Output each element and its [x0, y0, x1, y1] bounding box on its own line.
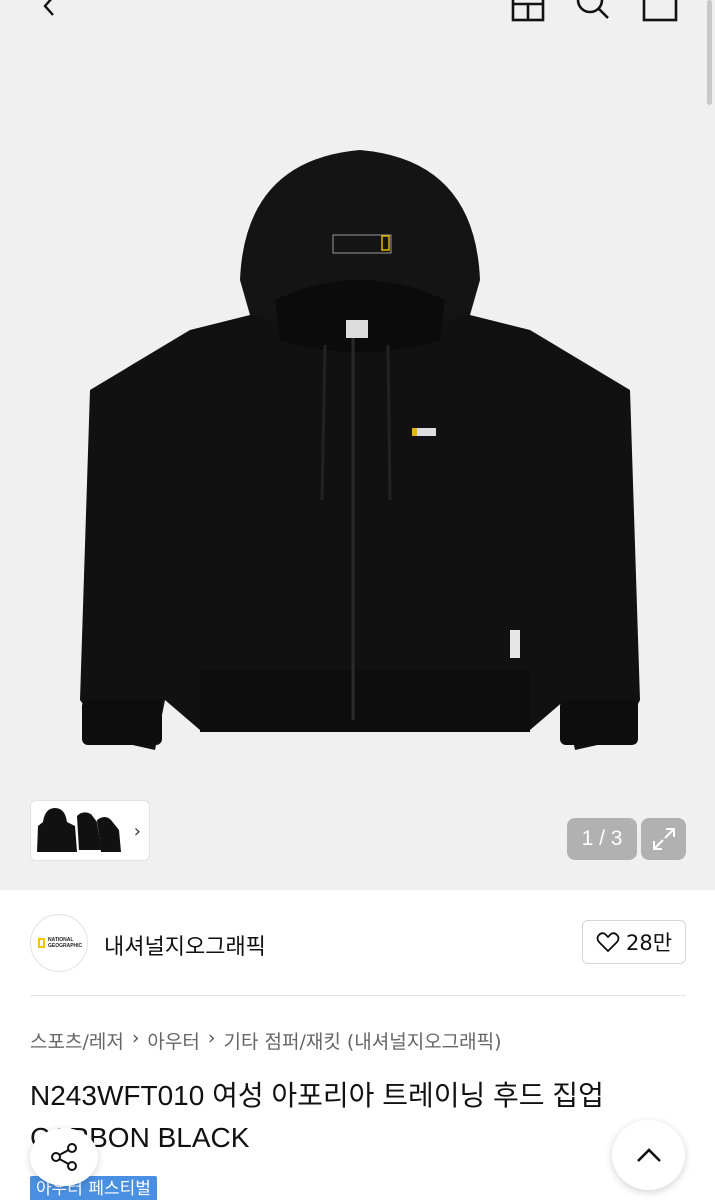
share-button[interactable]: [30, 1128, 98, 1186]
scroll-to-top-button[interactable]: [612, 1120, 685, 1190]
scroll-indicator: [707, 0, 712, 105]
logo-frame-icon: [38, 938, 45, 948]
breadcrumb-item[interactable]: 기타 점퍼/재킷 (내셔널지오그래픽): [223, 1027, 501, 1054]
breadcrumb: 스포츠/레저 › 아우터 › 기타 점퍼/재킷 (내셔널지오그래픽): [30, 1027, 502, 1054]
product-title: N243WFT010 여성 아포리아 트레이닝 후드 집업 CARBON BLA…: [30, 1080, 604, 1153]
image-counter: 1 / 3: [567, 818, 637, 860]
chevron-up-icon: [636, 1148, 661, 1162]
national-geographic-logo: NATIONAL GEOGRAPHIC: [38, 937, 83, 949]
like-button[interactable]: 28만: [582, 920, 686, 964]
back-button[interactable]: [30, 0, 70, 26]
breadcrumb-item[interactable]: 스포츠/레저: [30, 1027, 124, 1054]
heart-icon: [596, 932, 620, 953]
logo-text: NATIONAL GEOGRAPHIC: [48, 937, 83, 949]
search-icon: [576, 0, 609, 19]
cart-button[interactable]: [640, 0, 680, 26]
chevron-left-icon: [43, 0, 54, 16]
product-image-gallery[interactable]: › 1 / 3: [0, 0, 715, 890]
home-icon: [511, 0, 545, 22]
chevron-right-icon: ›: [131, 1027, 140, 1049]
thumbnail-strip[interactable]: ›: [30, 800, 150, 861]
chevron-right-icon: ›: [207, 1027, 216, 1049]
chevron-right-icon: ›: [133, 821, 141, 842]
brand-name[interactable]: 내셔널지오그래픽: [104, 929, 266, 961]
thumbnail-image: [37, 807, 121, 852]
bag-icon: [642, 0, 678, 22]
breadcrumb-item[interactable]: 아우터: [147, 1027, 199, 1054]
expand-icon: [652, 828, 675, 850]
home-button[interactable]: [508, 0, 548, 26]
product-image: [80, 150, 640, 750]
brand-row: NATIONAL GEOGRAPHIC 내셔널지오그래픽 28만: [30, 912, 686, 972]
expand-button[interactable]: [641, 818, 686, 860]
like-count: 28만: [625, 931, 673, 955]
search-button[interactable]: [573, 0, 613, 26]
share-icon: [51, 1143, 77, 1171]
divider: [30, 995, 686, 996]
brand-logo[interactable]: NATIONAL GEOGRAPHIC: [30, 914, 88, 972]
